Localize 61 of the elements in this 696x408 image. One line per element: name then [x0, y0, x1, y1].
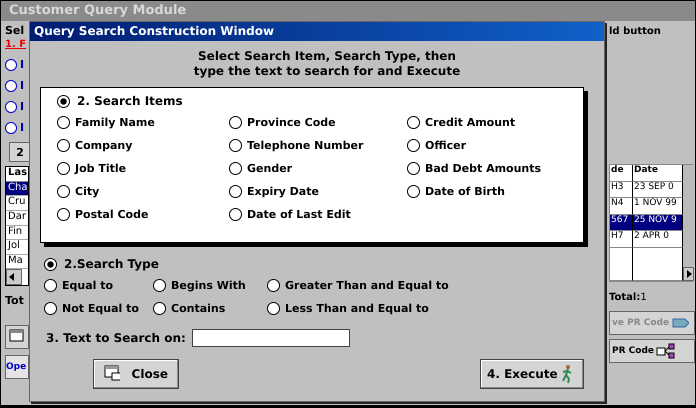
table-cell[interactable]: Cha — [6, 182, 28, 196]
radio-option[interactable]: I — [5, 121, 29, 134]
column-header: de — [610, 165, 633, 182]
step-button[interactable]: 2 — [9, 142, 31, 162]
runner-icon — [560, 364, 574, 384]
scroll-right-icon[interactable] — [683, 267, 694, 281]
instruction-text: type the text to search for and Execute — [194, 64, 460, 79]
radio-option[interactable]: Date of Last Edit — [229, 208, 407, 221]
radio-option[interactable]: Officer — [407, 139, 583, 152]
table-cell: H7 — [610, 231, 633, 248]
radio-option[interactable]: Bad Debt Amounts — [407, 162, 583, 175]
radio-option[interactable]: Company — [57, 139, 229, 152]
window-icon — [104, 365, 120, 383]
empty-cell — [610, 248, 633, 282]
table-cell[interactable]: Jol — [6, 240, 28, 255]
scroll-left-icon[interactable] — [6, 269, 22, 285]
radio-option[interactable]: Begins With — [153, 279, 267, 292]
total-label: Total: — [609, 292, 640, 303]
window-icon — [9, 328, 25, 342]
prompt-text: Sel — [5, 24, 26, 37]
radio-option[interactable]: Gender — [229, 162, 407, 175]
radio-option[interactable]: Date of Birth — [407, 185, 583, 198]
radio-option[interactable]: Credit Amount — [407, 116, 583, 129]
section-radio[interactable]: 2.Search Type — [44, 257, 604, 271]
total-value: 1 — [640, 292, 647, 303]
arrow-icon — [671, 316, 690, 330]
table-cell[interactable]: Fin — [6, 226, 28, 240]
total-label: Tot — [5, 294, 25, 307]
radio-option[interactable]: Expiry Date — [229, 185, 407, 198]
radio-option[interactable]: Contains — [153, 302, 267, 315]
hierarchy-icon — [656, 343, 675, 359]
scrollbar[interactable] — [683, 165, 694, 267]
radio-option[interactable]: Telephone Number — [229, 139, 407, 152]
radio-option[interactable]: I — [5, 58, 29, 71]
table-cell: 567 — [610, 214, 633, 232]
radio-option[interactable]: Family Name — [57, 116, 229, 129]
search-input-field[interactable] — [192, 329, 350, 347]
table-cell: H3 — [610, 182, 633, 198]
radio-option[interactable]: I — [5, 100, 29, 113]
radio-option[interactable]: City — [57, 185, 229, 198]
pr-code-button[interactable]: PR Code — [609, 339, 695, 363]
dialog-button[interactable]: Close — [93, 359, 179, 389]
window-title: Customer Query Module — [1, 1, 695, 21]
instruction-text: ld button — [609, 26, 662, 37]
window-icon-button[interactable] — [5, 325, 29, 349]
table-cell[interactable]: Cru — [6, 196, 28, 211]
dialog-button[interactable]: 4. Execute — [480, 359, 584, 389]
radio-option[interactable]: Less Than and Equal to — [267, 302, 604, 315]
radio-option[interactable]: Equal to — [44, 279, 153, 292]
radio-option[interactable]: Not Equal to — [44, 302, 153, 315]
radio-option[interactable]: Postal Code — [57, 208, 229, 221]
open-button[interactable]: Ope — [5, 355, 29, 379]
section-radio[interactable]: 2. Search Items — [57, 94, 583, 108]
radio-option[interactable]: I — [5, 79, 29, 92]
radio-option[interactable]: Job Title — [57, 162, 229, 175]
radio-option[interactable]: Greater Than and Equal to — [267, 279, 604, 292]
window-title: Query Search Construction Window — [34, 24, 274, 38]
radio-option[interactable]: Province Code — [229, 116, 407, 129]
table-cell[interactable]: Dar — [6, 210, 28, 226]
instruction-text: Select Search Item, Search Type, then — [198, 49, 456, 64]
field-label: 3. Text to Search on: — [46, 331, 186, 345]
